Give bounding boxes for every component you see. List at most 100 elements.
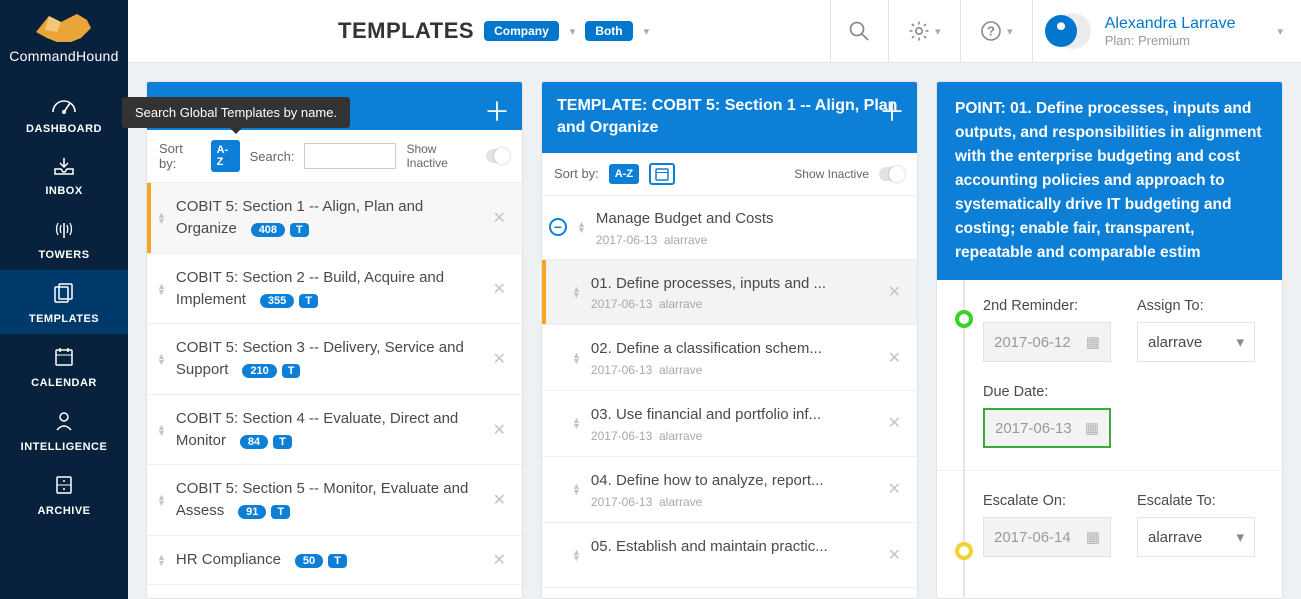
show-inactive-label: Show Inactive [794, 167, 869, 181]
add-point-button[interactable]: ＋ [879, 94, 905, 130]
escalate-to-select[interactable]: alarrave ▾ [1137, 517, 1255, 557]
nav-intelligence[interactable]: INTELLIGENCE [0, 398, 128, 462]
drag-handle-icon[interactable]: ▲▼ [157, 424, 166, 436]
chevron-down-icon: ▾ [1007, 25, 1013, 38]
show-inactive-toggle[interactable] [879, 167, 905, 181]
drag-handle-icon[interactable]: ▲▼ [572, 417, 581, 429]
template-row[interactable]: ▲▼COBIT 5: Section 4 -- Evaluate, Direct… [147, 395, 522, 466]
template-title: HR Compliance [176, 551, 281, 568]
intelligence-icon [0, 410, 128, 437]
workspace: TEMPLATES ＋ Sort by: A-Z Search: Show In… [128, 63, 1301, 599]
logo-text: CommandHound [9, 48, 118, 64]
template-detail-column: TEMPLATE: COBIT 5: Section 1 -- Align, P… [541, 81, 918, 599]
calendar-icon [0, 346, 128, 373]
user-menu[interactable]: Alexandra Larrave Plan: Premium ▾ [1032, 0, 1301, 63]
help-button[interactable]: ? ▾ [960, 0, 1032, 63]
template-row[interactable]: ▲▼ COBIT 5: Section 5 -- Monitor, Evaluat… [147, 465, 522, 536]
close-icon[interactable]: ✕ [884, 479, 905, 499]
point-row[interactable]: ▲▼01. Define processes, inputs and ...20… [542, 260, 917, 326]
scope-company-badge[interactable]: Company [484, 21, 559, 41]
templates-icon [0, 282, 128, 309]
nav-templates[interactable]: TEMPLATES [0, 270, 128, 334]
nav-towers[interactable]: TOWERS [0, 206, 128, 270]
type-badge: T [282, 364, 301, 378]
templates-filter-bar: Sort by: A-Z Search: Show Inactive [147, 130, 522, 183]
timeline-dot-reminder [955, 310, 973, 328]
logo-icon [31, 8, 97, 46]
timeline-dot-escalate [955, 542, 973, 560]
drag-handle-icon[interactable]: ▲▼ [157, 494, 166, 506]
chevron-down-icon[interactable]: ▾ [644, 25, 650, 38]
escalate-on-label: Escalate On: [983, 493, 1111, 509]
type-badge: T [273, 435, 292, 449]
add-template-button[interactable]: ＋ [484, 94, 510, 130]
show-inactive-label: Show Inactive [406, 142, 475, 170]
templates-list: ▲▼COBIT 5: Section 1 -- Align, Plan and … [147, 183, 522, 598]
template-row[interactable]: ▲▼COBIT 5: Section 2 -- Build, Acquire a… [147, 254, 522, 325]
search-input[interactable] [304, 143, 396, 169]
logo[interactable]: CommandHound [9, 8, 118, 64]
sort-label: Sort by: [159, 141, 201, 171]
count-badge: 355 [260, 294, 294, 308]
close-icon[interactable]: ✕ [489, 490, 510, 510]
point-row[interactable]: ▲▼04. Define how to analyze, report...20… [542, 457, 917, 523]
scope-both-badge[interactable]: Both [585, 21, 632, 41]
drag-handle-icon[interactable]: ▲▼ [577, 221, 586, 233]
drag-handle-icon[interactable]: ▲▼ [572, 352, 581, 364]
drag-handle-icon[interactable]: ▲▼ [157, 554, 166, 566]
search-icon [848, 20, 870, 42]
close-icon[interactable]: ✕ [489, 208, 510, 228]
drag-handle-icon[interactable]: ▲▼ [157, 353, 166, 365]
calendar-icon: ▦ [1086, 333, 1100, 351]
assign-to-label: Assign To: [1137, 298, 1255, 314]
drag-handle-icon[interactable]: ▲▼ [572, 286, 581, 298]
drag-handle-icon[interactable]: ▲▼ [157, 283, 166, 295]
close-icon[interactable]: ✕ [884, 348, 905, 368]
template-title: COBIT 5: Section 5 -- Monitor, Evaluate … [176, 480, 468, 519]
nav-calendar[interactable]: CALENDAR [0, 334, 128, 398]
search-button[interactable] [830, 0, 888, 63]
point-meta: 2017-06-13 alarrave [591, 297, 874, 311]
checklist-group-row[interactable]: − ▲▼ Manage Budget and Costs 2017-06-13 … [542, 196, 917, 260]
user-plan: Plan: Premium [1105, 33, 1236, 48]
escalate-on-input[interactable]: 2017-06-14 ▦ [983, 517, 1111, 557]
chevron-down-icon: ▾ [935, 25, 941, 38]
sort-az-button[interactable]: A-Z [211, 140, 240, 172]
close-icon[interactable]: ✕ [489, 349, 510, 369]
settings-button[interactable]: ▾ [888, 0, 960, 63]
chevron-down-icon: ▾ [1277, 25, 1283, 38]
nav-label: INBOX [0, 185, 128, 197]
template-row[interactable]: ▲▼HR Compliance 50T✕ [147, 536, 522, 585]
drag-handle-icon[interactable]: ▲▼ [572, 549, 581, 561]
drag-handle-icon[interactable]: ▲▼ [572, 483, 581, 495]
checklist-group-meta: 2017-06-13 alarrave [596, 233, 905, 247]
sort-az-button[interactable]: A-Z [609, 164, 639, 184]
reminder-date-input[interactable]: 2017-06-12 ▦ [983, 322, 1111, 362]
close-icon[interactable]: ✕ [489, 279, 510, 299]
close-icon[interactable]: ✕ [884, 545, 905, 565]
collapse-icon[interactable]: − [549, 218, 567, 236]
close-icon[interactable]: ✕ [884, 413, 905, 433]
nav-dashboard[interactable]: DASHBOARD [0, 82, 128, 144]
template-title: COBIT 5: Section 3 -- Delivery, Service … [176, 339, 464, 378]
sort-date-button[interactable] [649, 163, 675, 185]
close-icon[interactable]: ✕ [489, 420, 510, 440]
close-icon[interactable]: ✕ [489, 550, 510, 570]
nav-archive[interactable]: ARCHIVE [0, 462, 128, 526]
assign-to-select[interactable]: alarrave ▾ [1137, 322, 1255, 362]
point-row[interactable]: ▲▼05. Establish and maintain practic... … [542, 523, 917, 589]
svg-text:?: ? [987, 24, 995, 39]
template-detail-header: TEMPLATE: COBIT 5: Section 1 -- Align, P… [542, 82, 917, 153]
chevron-down-icon[interactable]: ▾ [570, 25, 576, 38]
close-icon[interactable]: ✕ [884, 282, 905, 302]
show-inactive-toggle[interactable] [486, 149, 510, 163]
inbox-icon [0, 156, 128, 181]
point-row[interactable]: ▲▼02. Define a classification schem...20… [542, 325, 917, 391]
point-row[interactable]: ▲▼03. Use financial and portfolio inf...… [542, 391, 917, 457]
template-row[interactable]: ▲▼COBIT 5: Section 1 -- Align, Plan and … [147, 183, 522, 254]
nav-inbox[interactable]: INBOX [0, 144, 128, 206]
due-date-input[interactable]: 2017-06-13 ▦ [983, 408, 1111, 448]
point-detail-column: POINT: 01. Define processes, inputs and … [936, 81, 1283, 599]
template-row[interactable]: ▲▼ COBIT 5: Section 3 -- Delivery, Servic… [147, 324, 522, 395]
drag-handle-icon[interactable]: ▲▼ [157, 212, 166, 224]
